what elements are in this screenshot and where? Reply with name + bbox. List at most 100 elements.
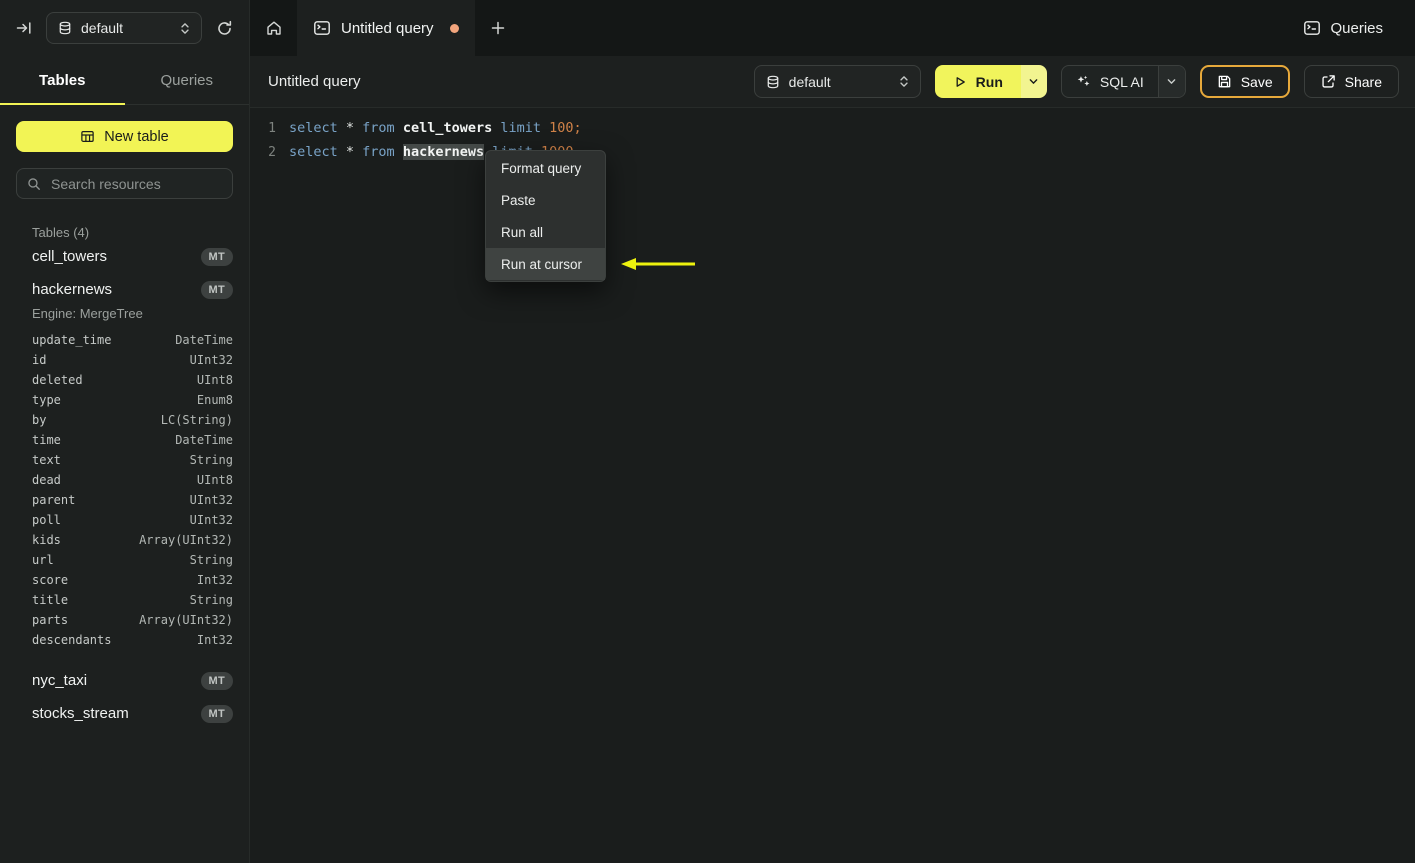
tab-untitled-query[interactable]: Untitled query xyxy=(297,0,475,56)
sidebar-tabs: Tables Queries xyxy=(0,56,249,105)
table-row-stocks-stream[interactable]: stocks_stream MT xyxy=(16,697,233,730)
database-selector[interactable]: default xyxy=(753,65,921,98)
code-token: from xyxy=(362,144,403,160)
code-token: select xyxy=(289,120,346,136)
new-table-button[interactable]: New table xyxy=(16,121,233,152)
table-name: stocks_stream xyxy=(32,705,129,722)
column-name: type xyxy=(32,393,61,407)
run-button-label: Run xyxy=(975,73,1003,90)
column-name: dead xyxy=(32,473,61,487)
menu-item-run-at-cursor[interactable]: Run at cursor xyxy=(486,248,605,280)
column-row: deleted UInt8 xyxy=(16,370,233,390)
sidebar-tab-queries[interactable]: Queries xyxy=(125,56,250,104)
engine-badge: MT xyxy=(200,671,233,690)
table-row-hackernews[interactable]: hackernews MT xyxy=(16,273,233,306)
terminal-icon xyxy=(313,19,331,37)
column-type: Int32 xyxy=(196,573,233,587)
code-token: * xyxy=(345,144,363,160)
sql-ai-button-main[interactable]: SQL AI xyxy=(1062,66,1158,97)
table-row-nyc-taxi[interactable]: nyc_taxi MT xyxy=(16,664,233,697)
search-input[interactable] xyxy=(49,174,234,193)
code-token-selected: hackernews xyxy=(402,144,485,160)
save-button-label: Save xyxy=(1240,73,1273,90)
run-button[interactable]: Run xyxy=(934,65,1047,98)
code-line-1: 1 select * from cell_towers limit 100; xyxy=(250,116,1415,140)
sql-ai-caret[interactable] xyxy=(1157,66,1185,97)
sparkles-icon xyxy=(1076,74,1091,89)
column-name: parts xyxy=(32,613,69,627)
hackernews-columns: update_time DateTime id UInt32 deleted UInt… xyxy=(16,330,233,650)
column-name: parent xyxy=(32,493,76,507)
database-selector-value: default xyxy=(81,20,124,36)
column-type: UInt8 xyxy=(196,373,233,387)
code-line-2: 2 select * from hackernews limit 1000 xyxy=(250,140,1415,164)
code-token: limit xyxy=(500,120,550,136)
column-name: poll xyxy=(32,513,61,527)
collapse-sidebar-button[interactable] xyxy=(16,20,32,36)
column-type: Array(UInt32) xyxy=(139,533,233,547)
table-name: cell_towers xyxy=(32,248,108,265)
table-name: nyc_taxi xyxy=(32,672,88,689)
column-row: update_time DateTime xyxy=(16,330,233,350)
table-grid-icon xyxy=(80,129,95,144)
column-type: String xyxy=(189,453,233,467)
chevron-updown-icon xyxy=(899,75,909,88)
terminal-icon xyxy=(1303,19,1321,37)
tab-title: Untitled query xyxy=(341,19,434,37)
play-icon xyxy=(953,75,967,89)
column-type: Int32 xyxy=(196,633,233,647)
sql-ai-button[interactable]: SQL AI xyxy=(1060,65,1186,98)
column-row: url String xyxy=(16,550,233,570)
database-selector[interactable]: default xyxy=(46,12,202,44)
annotation-arrow-icon xyxy=(620,256,698,272)
new-tab-button[interactable] xyxy=(475,0,522,56)
column-name: by xyxy=(32,413,47,427)
column-row: descendants Int32 xyxy=(16,630,233,650)
menu-item-run-all[interactable]: Run all xyxy=(486,216,605,248)
column-row: by LC(String) xyxy=(16,410,233,430)
top-bar-left: default xyxy=(0,0,250,56)
engine-badge: MT xyxy=(200,704,233,723)
queries-button[interactable]: Queries xyxy=(1297,18,1389,38)
refresh-button[interactable] xyxy=(216,20,233,37)
sql-ai-label: SQL AI xyxy=(1099,73,1144,90)
home-icon xyxy=(265,19,283,37)
save-button[interactable]: Save xyxy=(1199,65,1290,98)
column-row: parent UInt32 xyxy=(16,490,233,510)
engine-badge: MT xyxy=(200,280,233,299)
search-icon xyxy=(27,177,41,191)
column-name: url xyxy=(32,553,54,567)
menu-item-paste[interactable]: Paste xyxy=(486,184,605,216)
column-name: deleted xyxy=(32,373,83,387)
engine-badge: MT xyxy=(200,247,233,266)
column-name: time xyxy=(32,433,61,447)
column-name: kids xyxy=(32,533,61,547)
column-row: text String xyxy=(16,450,233,470)
home-button[interactable] xyxy=(250,0,297,56)
search-box xyxy=(16,168,234,199)
column-row: type Enum8 xyxy=(16,390,233,410)
content-area: Untitled query default Run SQL AI Save S… xyxy=(250,56,1415,863)
refresh-icon xyxy=(216,20,233,37)
table-row-cell-towers[interactable]: cell_towers MT xyxy=(16,240,233,273)
column-row: time DateTime xyxy=(16,430,233,450)
sidebar-tab-tables[interactable]: Tables xyxy=(0,56,125,105)
column-name: id xyxy=(32,353,47,367)
sql-editor[interactable]: 1 select * from cell_towers limit 100; 2… xyxy=(250,108,1415,863)
column-row: score Int32 xyxy=(16,570,233,590)
code-token: select xyxy=(289,144,346,160)
sidebar: Tables Queries New table Search resource… xyxy=(0,56,250,863)
queries-button-label: Queries xyxy=(1330,19,1383,37)
chevron-updown-icon xyxy=(180,22,190,35)
line-number: 1 xyxy=(268,120,276,136)
code-token: cell_towers xyxy=(402,120,493,136)
line-number: 2 xyxy=(268,144,276,160)
run-options-caret[interactable] xyxy=(1020,65,1047,98)
menu-item-format-query[interactable]: Format query xyxy=(486,152,605,184)
run-button-main[interactable]: Run xyxy=(934,65,1021,98)
code-token: * xyxy=(345,120,363,136)
column-type: Enum8 xyxy=(196,393,233,407)
engine-label: Engine: MergeTree xyxy=(32,306,143,321)
share-button[interactable]: Share xyxy=(1303,65,1399,98)
plus-icon xyxy=(491,21,505,35)
